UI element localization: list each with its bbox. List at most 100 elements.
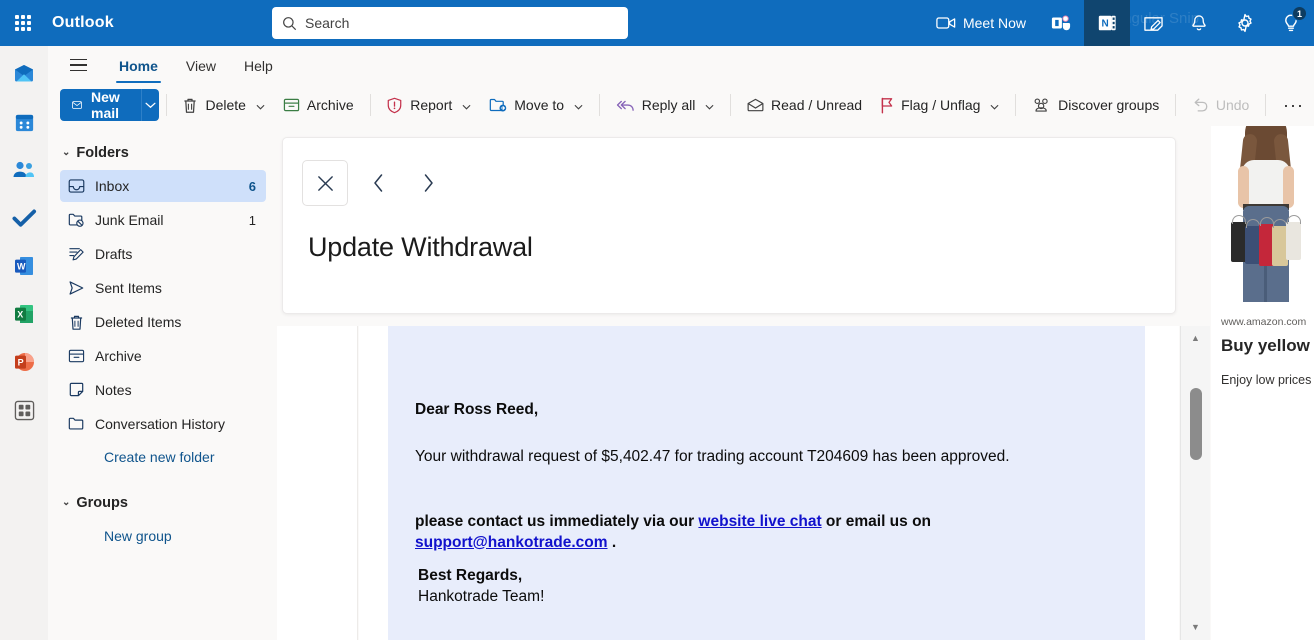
delete-button[interactable]: Delete — [173, 89, 273, 121]
support-email-link[interactable]: support@hankotrade.com — [415, 534, 608, 551]
archive-button[interactable]: Archive — [274, 89, 363, 121]
chevron-left-icon — [373, 174, 382, 192]
sidebar-item-archive[interactable]: Archive — [60, 340, 266, 372]
scroll-up-arrow-icon[interactable]: ▲ — [1191, 334, 1200, 343]
email-team-name: Hankotrade Team! — [418, 587, 545, 605]
powerpoint-app-icon[interactable]: P — [4, 344, 44, 380]
word-app-icon[interactable]: W — [4, 248, 44, 284]
archive-icon — [68, 349, 85, 363]
chevron-down-icon[interactable] — [256, 97, 265, 113]
teams-icon — [1051, 15, 1071, 31]
create-new-folder-link[interactable]: Create new folder — [48, 442, 276, 472]
scroll-down-arrow-icon[interactable]: ▼ — [1191, 623, 1200, 632]
divider — [369, 94, 371, 116]
email-contact-post: . — [607, 533, 617, 551]
scrollbar-thumb[interactable] — [1190, 388, 1202, 460]
chevron-down-icon[interactable] — [462, 97, 471, 113]
search-icon — [283, 16, 297, 30]
sidebar-item-label: Sent Items — [95, 280, 162, 296]
notifications-bell-button[interactable] — [1176, 0, 1222, 46]
more-commands-button[interactable]: ··· — [1273, 89, 1314, 121]
overlay-nav — [283, 138, 1175, 206]
divider — [1175, 94, 1176, 116]
chevron-down-icon[interactable]: ⌄ — [62, 148, 70, 158]
meet-now-button[interactable]: Meet Now — [924, 0, 1038, 46]
sidebar-item-deleted-items[interactable]: Deleted Items — [60, 306, 266, 338]
powerpoint-icon: P — [15, 353, 34, 371]
sidebar-item-label: Junk Email — [95, 212, 164, 228]
calendar-app-icon[interactable] — [4, 104, 44, 140]
ad-title[interactable]: Buy yellow sequin skirt for women - Amaz… — [1211, 328, 1314, 357]
move-to-button[interactable]: Move to — [480, 89, 592, 121]
sidebar-item-notes[interactable]: Notes — [60, 374, 266, 406]
chevron-down-icon[interactable] — [574, 97, 583, 113]
message-list-column[interactable] — [277, 326, 358, 640]
sidebar-item-label: Inbox — [95, 178, 130, 194]
search-input[interactable] — [305, 15, 618, 31]
ribbon-commands: New mail Delete Archive Report Move to R… — [48, 84, 1314, 126]
divider — [730, 94, 732, 116]
folders-header-label: Folders — [76, 145, 129, 161]
archive-label: Archive — [306, 97, 354, 113]
reading-pane-scrollbar[interactable]: ▲ ▼ — [1180, 326, 1210, 640]
gear-icon — [1238, 13, 1252, 33]
next-item-button[interactable] — [408, 160, 448, 206]
new-group-link[interactable]: New group — [48, 518, 276, 551]
all-apps-icon[interactable] — [4, 392, 44, 428]
sidebar-item-inbox[interactable]: Inbox 6 — [60, 170, 266, 202]
todo-app-icon[interactable] — [4, 200, 44, 236]
divider — [1015, 94, 1017, 116]
divider — [599, 94, 600, 116]
sidebar-item-drafts[interactable]: Drafts — [60, 238, 266, 270]
settings-gear-button[interactable] — [1222, 0, 1268, 46]
notes-sticky-icon-button[interactable] — [1130, 0, 1176, 46]
hamburger-menu-icon[interactable] — [62, 49, 94, 81]
ad-image[interactable] — [1211, 126, 1314, 302]
groups-header-label: Groups — [76, 495, 128, 511]
report-button[interactable]: Report — [377, 89, 480, 121]
excel-app-icon[interactable]: X — [4, 296, 44, 332]
word-icon: W — [15, 257, 33, 275]
excel-icon: X — [15, 305, 33, 323]
sidebar-item-sent-items[interactable]: Sent Items — [60, 272, 266, 304]
discover-groups-button[interactable]: Discover groups — [1023, 89, 1168, 121]
teams-icon-button[interactable] — [1038, 0, 1084, 46]
search-box[interactable] — [272, 7, 628, 39]
new-mail-dropdown-button[interactable] — [140, 89, 159, 121]
chevron-right-icon — [424, 174, 433, 192]
svg-text:W: W — [17, 261, 26, 271]
chevron-down-icon[interactable] — [990, 97, 999, 113]
email-contact-mid: or email us on — [821, 512, 932, 530]
website-live-chat-link[interactable]: website live chat — [698, 513, 821, 530]
sidebar-item-conversation-history[interactable]: Conversation History — [60, 408, 266, 440]
close-button[interactable] — [302, 160, 348, 206]
email-support-line: support@hankotrade.com . — [388, 533, 1145, 554]
close-icon — [317, 175, 333, 191]
app-brand-outlook[interactable]: Outlook — [52, 14, 114, 32]
svg-text:P: P — [18, 357, 24, 367]
mail-app-icon[interactable] — [4, 56, 44, 92]
people-app-icon[interactable] — [4, 152, 44, 188]
tips-lightbulb-button[interactable]: 1 — [1268, 0, 1314, 46]
folders-section-header[interactable]: ⌄ Folders — [48, 138, 276, 168]
tab-view[interactable]: View — [173, 53, 229, 78]
sidebar-item-junk-email[interactable]: Junk Email 1 — [60, 204, 266, 236]
chevron-down-icon[interactable] — [705, 97, 714, 113]
reply-all-button[interactable]: Reply all — [607, 89, 724, 121]
previous-item-button[interactable] — [358, 160, 398, 206]
tab-help[interactable]: Help — [231, 53, 286, 78]
archive-icon — [283, 98, 300, 112]
new-mail-button[interactable]: New mail — [60, 89, 141, 121]
app-launcher-waffle-icon[interactable] — [0, 0, 46, 46]
svg-text:N: N — [1102, 19, 1109, 30]
ad-description: Enjoy low prices and get fast, free deli… — [1221, 372, 1314, 387]
flag-unflag-button[interactable]: Flag / Unflag — [871, 89, 1008, 121]
onenote-icon-button[interactable]: N — [1084, 0, 1130, 46]
delete-label: Delete — [205, 97, 246, 113]
undo-button: Undo — [1183, 89, 1258, 121]
chevron-down-icon[interactable]: ⌄ — [62, 498, 70, 508]
groups-section-header[interactable]: ⌄ Groups — [48, 488, 276, 518]
read-unread-button[interactable]: Read / Unread — [738, 89, 871, 121]
tab-home[interactable]: Home — [106, 53, 171, 83]
email-contact-pre: please contact us immediately via our — [415, 512, 699, 530]
